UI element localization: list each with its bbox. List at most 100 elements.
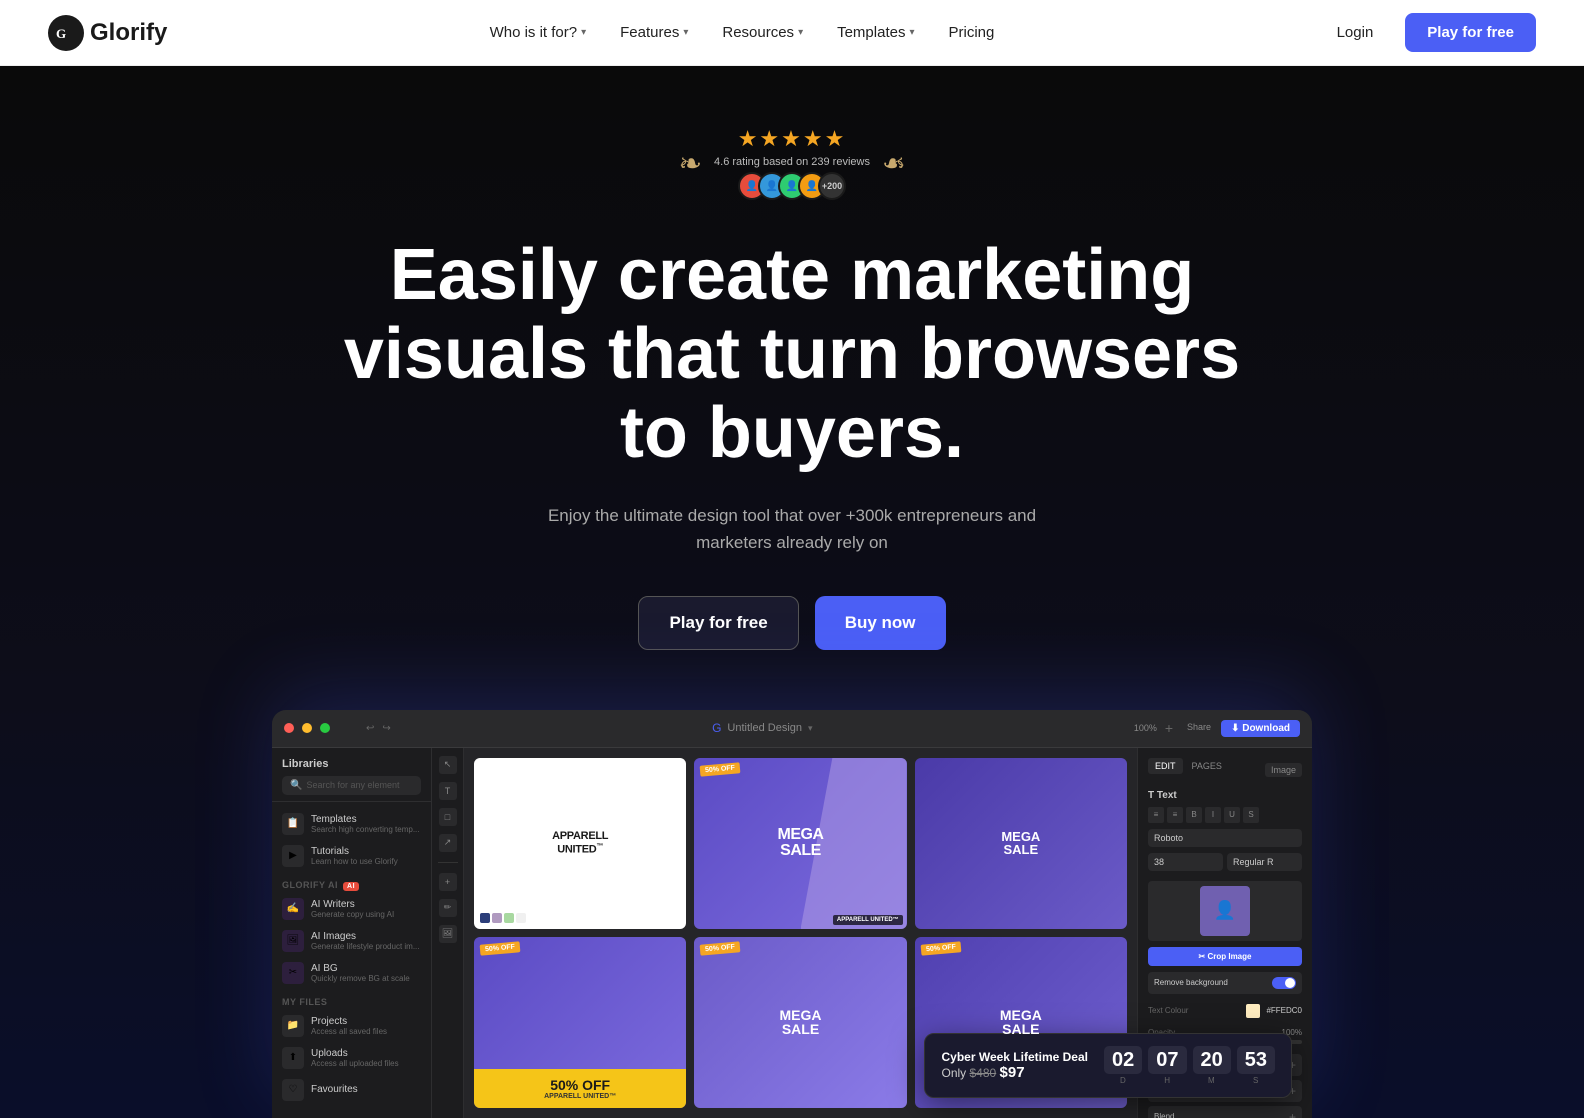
tool-divider <box>438 862 458 863</box>
nav-resources[interactable]: Resources ▾ <box>708 16 817 49</box>
pencil-tool[interactable]: ✏ <box>439 899 457 917</box>
maximize-dot <box>320 723 330 733</box>
canvas-card-apparel[interactable]: APPARELLUNITED™ <box>474 758 686 929</box>
tab-pages[interactable]: PAGES <box>1185 758 1229 774</box>
text-color-value: #FFEDC0 <box>1266 1006 1302 1015</box>
color-palette <box>480 913 526 923</box>
favourites-icon: ♡ <box>282 1079 304 1101</box>
brand-under-banner: APPARELL UNITED™ <box>482 1093 678 1100</box>
laurel-right-icon: ❧ <box>882 147 905 180</box>
chevron-down-icon: ▾ <box>581 27 586 38</box>
sidebar-item-favourites[interactable]: ♡ Favourites <box>272 1074 431 1106</box>
bold-icon[interactable]: B <box>1186 807 1202 823</box>
sidebar-item-ai-images[interactable]: 🖼 AI Images Generate lifestyle product i… <box>272 925 431 957</box>
download-button[interactable]: ⬇ Download <box>1221 720 1300 737</box>
sidebar-item-ai-bg[interactable]: ✂ AI BG Quickly remove BG at scale <box>272 957 431 989</box>
panel-tabs: EDIT PAGES <box>1148 758 1229 774</box>
app-mockup: ↩ ↪ G Untitled Design ▾ 100% + Share ⬇ D… <box>272 710 1312 1118</box>
minutes-label: M <box>1208 1076 1215 1085</box>
cyber-week-banner[interactable]: Cyber Week Lifetime Deal Only $480 $97 0… <box>924 1033 1292 1098</box>
play-for-free-hero-button[interactable]: Play for free <box>638 596 798 650</box>
mega-sale-content: MEGASALE <box>777 827 823 859</box>
sale-badge: 50% OFF <box>700 762 741 776</box>
font-size-input[interactable]: 38 <box>1148 853 1223 871</box>
text-tool[interactable]: T <box>439 782 457 800</box>
canvas-card-50off[interactable]: 50% OFF 50% OFF APPARELL UNITED™ <box>474 937 686 1108</box>
sidebar-item-ai-writers[interactable]: ✍ AI Writers Generate copy using AI <box>272 893 431 925</box>
tab-edit[interactable]: EDIT <box>1148 758 1183 774</box>
app-title: G Untitled Design ▾ <box>399 721 1126 735</box>
ai-images-icon: 🖼 <box>282 930 304 952</box>
nav-who[interactable]: Who is it for? ▾ <box>476 16 601 49</box>
buy-now-button[interactable]: Buy now <box>815 596 946 650</box>
font-size-row: 38 Regular R <box>1148 853 1302 871</box>
align-left-icon[interactable]: ≡ <box>1148 807 1164 823</box>
app-sidebar: Libraries 🔍 Search for any element 📋 Tem… <box>272 748 432 1118</box>
svg-text:G: G <box>56 26 66 41</box>
text-color-swatch[interactable] <box>1246 1004 1260 1018</box>
image-label: Image <box>1265 763 1302 777</box>
strike-icon[interactable]: S <box>1243 807 1259 823</box>
nav-features[interactable]: Features ▾ <box>606 16 702 49</box>
cyber-title: Cyber Week Lifetime Deal <box>941 1050 1088 1064</box>
fifty-off-banner: 50% OFF APPARELL UNITED™ <box>474 1069 686 1108</box>
align-center-icon[interactable]: ≡ <box>1167 807 1183 823</box>
nav-templates-label: Templates <box>837 24 905 41</box>
star-icons: ★★★★★ <box>738 126 847 152</box>
shape-tool[interactable]: □ <box>439 808 457 826</box>
sidebar-item-templates[interactable]: 📋 Templates Search high converting temp.… <box>272 808 431 840</box>
zoom-level: 100% <box>1134 723 1157 733</box>
remove-bg-toggle[interactable] <box>1272 977 1296 989</box>
select-tool[interactable]: ↖ <box>439 756 457 774</box>
crop-image-button[interactable]: ✂ Crop Image <box>1148 947 1302 966</box>
italic-icon[interactable]: I <box>1205 807 1221 823</box>
canvas-card-mega-5[interactable]: 50% OFF MEGASALE <box>694 937 906 1108</box>
sidebar-item-tutorials[interactable]: ▶ Tutorials Learn how to use Glorify <box>272 840 431 872</box>
text-color-section: Text Colour #FFEDC0 <box>1148 1004 1302 1018</box>
design-title: Untitled Design <box>727 722 802 734</box>
fifty-off-text: 50% OFF <box>482 1077 678 1093</box>
remove-background-button[interactable]: Remove background <box>1148 972 1302 994</box>
text-section-title: T Text <box>1148 790 1302 801</box>
mega-sale-2-text: MEGASALE <box>1001 830 1040 857</box>
arrow-tool[interactable]: ↗ <box>439 834 457 852</box>
add-tool[interactable]: + <box>439 873 457 891</box>
font-weight-input[interactable]: Regular R <box>1227 853 1302 871</box>
blend-item: Blend + <box>1148 1106 1302 1118</box>
tool-strip: ↖ T □ ↗ + ✏ 🖼 <box>432 748 464 1118</box>
minutes-value: 20 <box>1193 1046 1231 1074</box>
uploads-icon: ⬆ <box>282 1047 304 1069</box>
font-input[interactable]: Roboto <box>1148 829 1302 847</box>
hero-cta-buttons: Play for free Buy now <box>638 596 945 650</box>
underline-icon[interactable]: U <box>1224 807 1240 823</box>
sale-badge-4: 50% OFF <box>920 941 961 955</box>
sidebar-item-uploads[interactable]: ⬆ Uploads Access all uploaded files <box>272 1042 431 1074</box>
login-button[interactable]: Login <box>1317 14 1394 51</box>
minimize-dot <box>302 723 312 733</box>
ai-bg-icon: ✂ <box>282 962 304 984</box>
mega-text-2: MEGASALE <box>1001 830 1040 857</box>
timer-days: 02 D <box>1104 1046 1142 1085</box>
brand-tag: APPARELL UNITED™ <box>833 915 903 925</box>
canvas-card-mega-sale-main[interactable]: 50% OFF MEGASALE APPARELL UNITED™ <box>694 758 906 929</box>
sidebar-search[interactable]: 🔍 Search for any element <box>282 776 421 795</box>
days-label: D <box>1120 1076 1126 1085</box>
redo-icon: ↪ <box>382 723 390 734</box>
play-for-free-nav-button[interactable]: Play for free <box>1405 13 1536 52</box>
blend-add[interactable]: + <box>1289 1110 1296 1118</box>
image-tool[interactable]: 🖼 <box>439 925 457 943</box>
hours-value: 07 <box>1148 1046 1186 1074</box>
image-section: 👤 ✂ Crop Image Remove background <box>1148 881 1302 994</box>
cyber-price: Only $480 $97 <box>941 1064 1088 1081</box>
share-button[interactable]: Share <box>1181 720 1217 737</box>
sidebar-item-projects[interactable]: 📁 Projects Access all saved files <box>272 1010 431 1042</box>
sale-badge-2: 50% OFF <box>480 941 521 955</box>
files-section-header: MY FILES <box>272 989 431 1010</box>
text-section: T Text ≡ ≡ B I U S Roboto <box>1148 790 1302 871</box>
nav-templates[interactable]: Templates ▾ <box>823 16 928 49</box>
avatar-extra: +200 <box>818 172 846 200</box>
app-topbar: ↩ ↪ G Untitled Design ▾ 100% + Share ⬇ D… <box>272 710 1312 748</box>
nav-pricing[interactable]: Pricing <box>935 16 1009 49</box>
logo[interactable]: G Glorify <box>48 15 167 51</box>
canvas-card-mega-sale-2[interactable]: MEGASALE <box>915 758 1127 929</box>
